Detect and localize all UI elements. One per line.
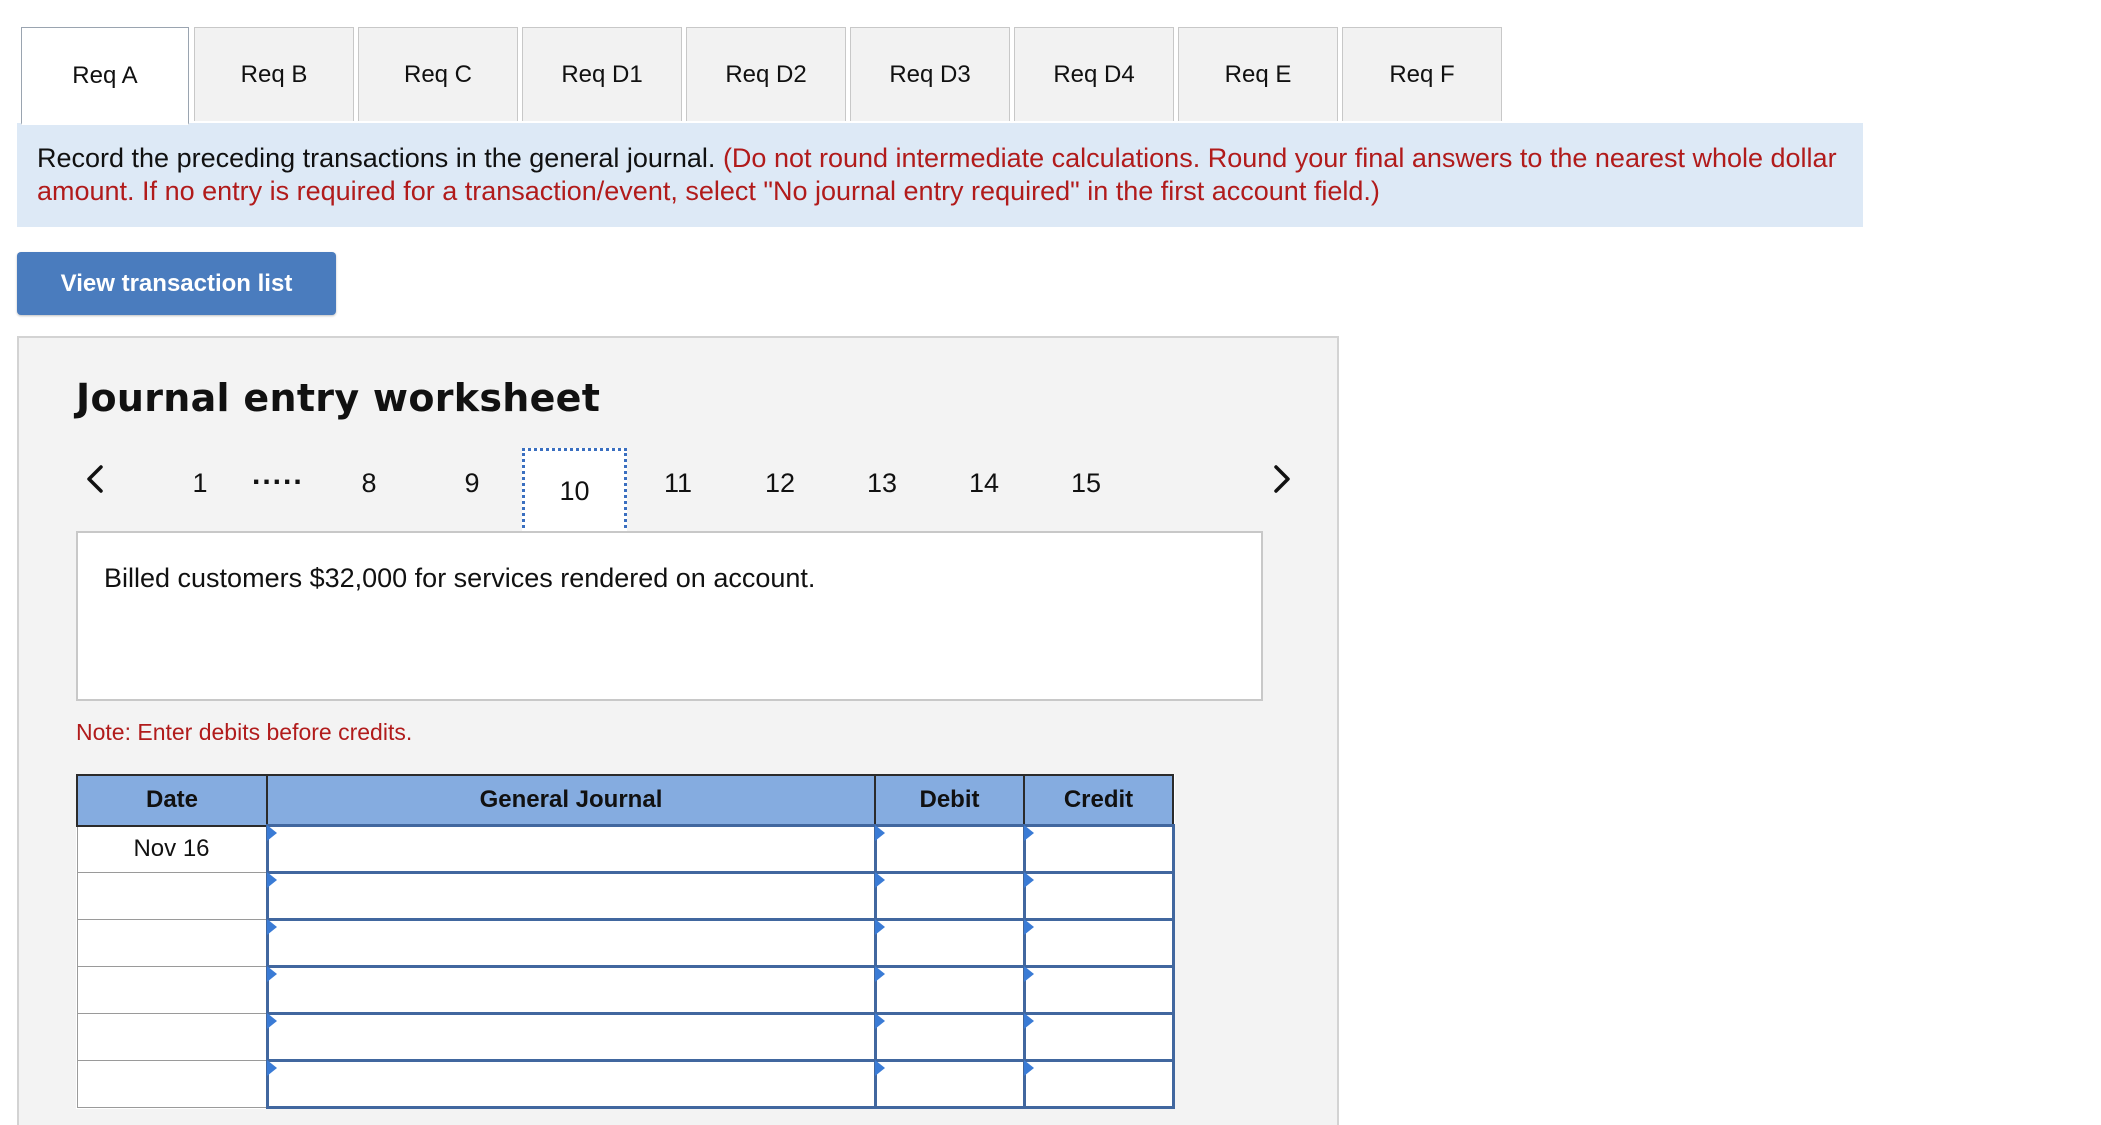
credit-input[interactable] (1025, 874, 1172, 918)
tab-req-b[interactable]: Req B (194, 27, 354, 121)
credit-input[interactable] (1025, 1062, 1172, 1106)
table-row (76, 1012, 1175, 1062)
page-8[interactable]: 8 (361, 468, 376, 499)
table-row (76, 871, 1175, 921)
debit-cell[interactable] (873, 965, 1026, 1015)
page: Req A Req B Req C Req D1 Req D2 Req D3 R… (0, 0, 2101, 1125)
credit-cell[interactable] (1022, 1012, 1175, 1062)
page-11[interactable]: 11 (664, 468, 692, 499)
date-cell (76, 1013, 268, 1061)
account-input[interactable] (268, 968, 874, 1012)
view-transaction-list-button[interactable]: View transaction list (17, 252, 336, 315)
debit-credit-note: Note: Enter debits before credits. (76, 719, 413, 745)
debit-cell[interactable] (873, 871, 1026, 921)
table-header-row: Date General Journal Debit Credit (76, 774, 1174, 827)
page-1[interactable]: 1 (192, 468, 207, 499)
account-cell[interactable] (265, 824, 877, 874)
page-9[interactable]: 9 (464, 468, 479, 499)
transaction-description: Billed customers $32,000 for services re… (76, 531, 1263, 701)
account-cell[interactable] (265, 965, 877, 1015)
credit-cell[interactable] (1022, 965, 1175, 1015)
tab-req-d1[interactable]: Req D1 (522, 27, 682, 121)
account-input[interactable] (268, 874, 874, 918)
header-general-journal: General Journal (266, 774, 876, 827)
credit-cell[interactable] (1022, 1059, 1175, 1109)
tab-req-f[interactable]: Req F (1342, 27, 1502, 121)
account-input[interactable] (268, 1015, 874, 1059)
debit-cell[interactable] (873, 824, 1026, 874)
credit-cell[interactable] (1022, 824, 1175, 874)
page-14[interactable]: 14 (969, 468, 999, 499)
page-10-current[interactable]: 10 (522, 448, 627, 534)
date-cell (76, 919, 268, 967)
debit-input[interactable] (876, 874, 1023, 918)
instructions-banner: Record the preceding transactions in the… (17, 123, 1863, 227)
requirement-tabs: Req A Req B Req C Req D1 Req D2 Req D3 R… (21, 27, 1858, 125)
credit-input[interactable] (1025, 827, 1172, 871)
table-row (76, 918, 1175, 968)
tab-req-d3[interactable]: Req D3 (850, 27, 1010, 121)
debit-input[interactable] (876, 968, 1023, 1012)
tab-req-e[interactable]: Req E (1178, 27, 1338, 121)
chevron-left-icon[interactable] (81, 459, 111, 499)
date-cell (76, 1060, 268, 1108)
credit-cell[interactable] (1022, 918, 1175, 968)
tab-req-c[interactable]: Req C (358, 27, 518, 121)
page-ellipsis: ..... (252, 458, 304, 491)
tab-req-d2[interactable]: Req D2 (686, 27, 846, 121)
date-cell (76, 872, 268, 920)
debit-input[interactable] (876, 827, 1023, 871)
date-cell: Nov 16 (76, 825, 268, 873)
account-input[interactable] (268, 921, 874, 965)
account-cell[interactable] (265, 918, 877, 968)
table-row (76, 965, 1175, 1015)
header-date: Date (76, 774, 268, 827)
credit-input[interactable] (1025, 1015, 1172, 1059)
debit-input[interactable] (876, 921, 1023, 965)
account-input[interactable] (268, 1062, 874, 1106)
page-12[interactable]: 12 (765, 468, 795, 499)
account-cell[interactable] (265, 871, 877, 921)
debit-input[interactable] (876, 1015, 1023, 1059)
debit-cell[interactable] (873, 1012, 1026, 1062)
transaction-description-text: Billed customers $32,000 for services re… (104, 563, 816, 593)
debit-cell[interactable] (873, 918, 1026, 968)
chevron-right-icon[interactable] (1266, 459, 1296, 499)
header-debit: Debit (874, 774, 1025, 827)
header-credit: Credit (1023, 774, 1174, 827)
account-cell[interactable] (265, 1059, 877, 1109)
tab-req-d4[interactable]: Req D4 (1014, 27, 1174, 121)
date-cell (76, 966, 268, 1014)
general-journal-table: Date General Journal Debit Credit Nov 16 (76, 774, 1175, 1109)
journal-entry-worksheet: Journal entry worksheet 1 ..... 8 9 10 1… (17, 336, 1339, 1125)
tab-req-a[interactable]: Req A (21, 27, 189, 125)
instructions-text: Record the preceding transactions in the… (37, 143, 716, 173)
account-input[interactable] (268, 827, 874, 871)
page-13[interactable]: 13 (867, 468, 897, 499)
entry-pager: 1 ..... 8 9 10 11 12 13 14 15 (19, 338, 1337, 538)
page-15[interactable]: 15 (1071, 468, 1101, 499)
table-row (76, 1059, 1175, 1109)
credit-cell[interactable] (1022, 871, 1175, 921)
table-row: Nov 16 (76, 824, 1175, 874)
debit-cell[interactable] (873, 1059, 1026, 1109)
credit-input[interactable] (1025, 921, 1172, 965)
credit-input[interactable] (1025, 968, 1172, 1012)
account-cell[interactable] (265, 1012, 877, 1062)
debit-input[interactable] (876, 1062, 1023, 1106)
